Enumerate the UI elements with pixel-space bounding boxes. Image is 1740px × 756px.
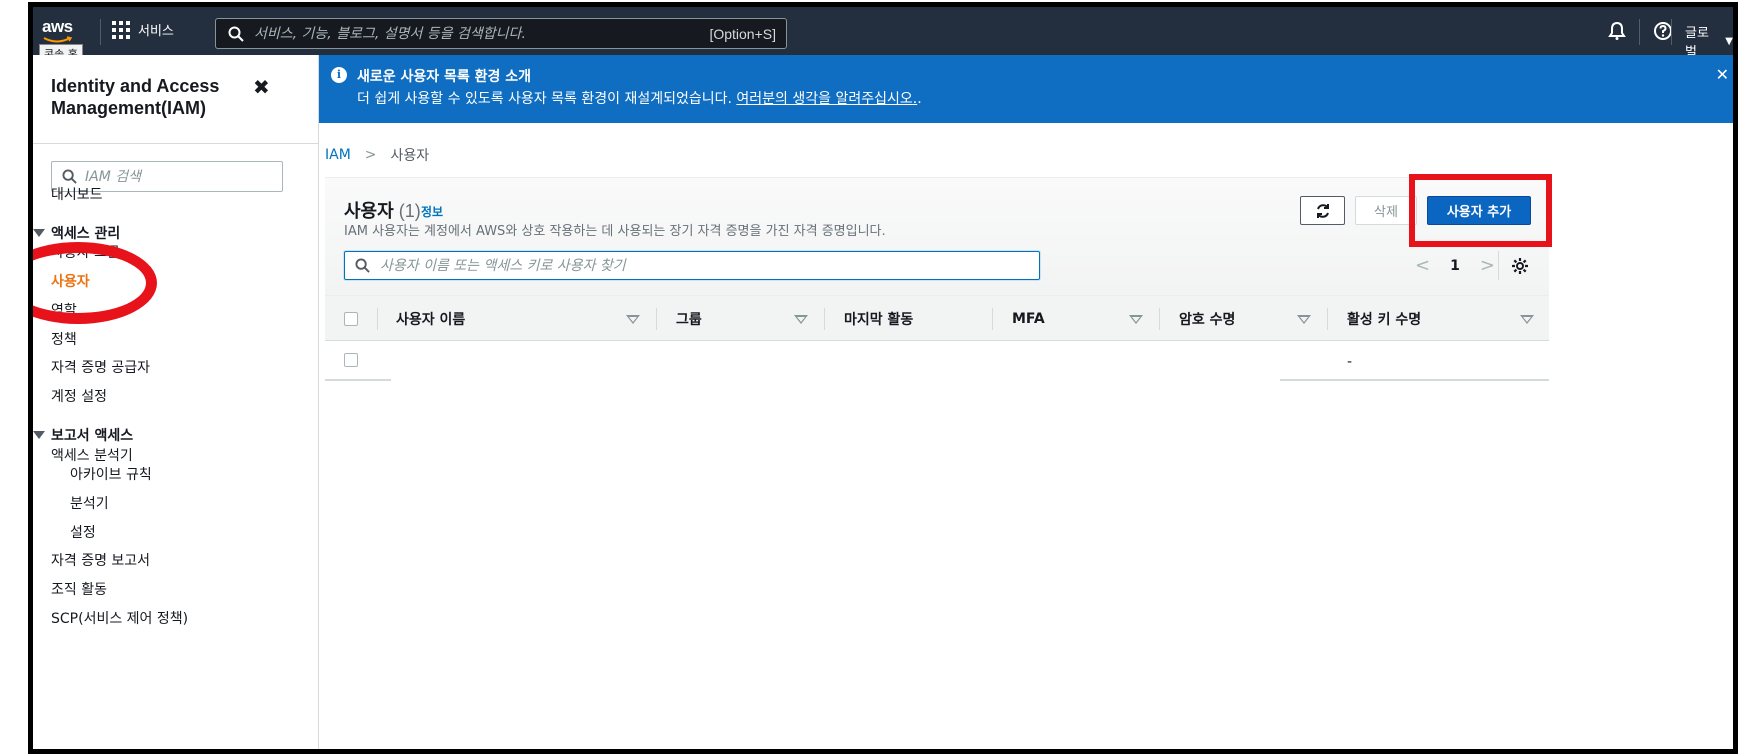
column-header-active-key-age[interactable]: 활성 키 수명 [1347, 296, 1421, 342]
section-label: 보고서 액세스 [51, 428, 134, 444]
sidebar-title-line: Management(IAM) [51, 98, 207, 118]
sort-icon[interactable] [794, 315, 808, 324]
select-all-checkbox[interactable] [344, 312, 358, 326]
sidebar-title[interactable]: Identity and Access Management(IAM) [51, 75, 219, 119]
nav-divider [100, 19, 101, 45]
info-link[interactable]: 정보 [421, 203, 443, 220]
sidebar-item-policies[interactable]: 정책 [51, 329, 77, 349]
search-icon [228, 26, 244, 42]
search-icon [355, 258, 370, 273]
chevron-left-icon[interactable]: < [1415, 255, 1430, 276]
breadcrumb-iam[interactable]: IAM [325, 147, 351, 163]
panel-description: IAM 사용자는 계정에서 AWS와 상호 작용하는 데 사용되는 장기 자격 … [344, 224, 886, 239]
sidebar-item-identity-providers[interactable]: 자격 증명 공급자 [51, 357, 150, 377]
caret-down-icon [33, 431, 45, 439]
sidebar-item-access-analyzer[interactable]: 액세스 분석기 [51, 445, 133, 465]
bell-icon[interactable] [1607, 21, 1627, 41]
table-header: 사용자 이름 그룹 마지막 활동 MFA 암호 수명 활성 키 수명 [325, 295, 1549, 341]
sidebar-item-analyzer-settings[interactable]: 설정 [70, 522, 96, 542]
top-navigation: aws 콘솔 홈 서비스 [Option+S] [33, 7, 1733, 64]
cell-active-key-age: - [1347, 354, 1353, 370]
column-header-password-age[interactable]: 암호 수명 [1179, 296, 1235, 342]
sidebar-item-account-settings[interactable]: 계정 설정 [51, 386, 107, 406]
column-divider [824, 308, 825, 330]
sidebar-item-organization-activity[interactable]: 조직 활동 [51, 579, 107, 599]
column-divider [1327, 308, 1328, 330]
close-icon[interactable]: ✖ [253, 75, 270, 99]
users-panel: 사용자 (1) 정보 IAM 사용자는 계정에서 AWS와 상호 작용하는 데 … [325, 174, 1552, 381]
feedback-link[interactable]: 여러분의 생각을 알려주십시오. [736, 91, 917, 107]
user-filter-input[interactable] [380, 257, 1020, 274]
sidebar-item-users[interactable]: 사용자 [51, 271, 90, 291]
column-divider [992, 308, 993, 330]
sort-icon[interactable] [626, 315, 640, 324]
column-header-last-activity[interactable]: 마지막 활동 [844, 296, 913, 342]
column-header-groups[interactable]: 그룹 [676, 296, 702, 342]
grid-icon [112, 20, 130, 39]
section-access-reports[interactable]: 보고서 액세스 [33, 425, 133, 445]
delete-button[interactable]: 삭제 [1355, 196, 1417, 225]
scrollbar-track [325, 379, 391, 381]
sidebar-item-credential-report[interactable]: 자격 증명 보고서 [51, 550, 150, 570]
help-icon[interactable] [1653, 21, 1673, 41]
user-count: (1) [398, 201, 421, 221]
sidebar-item-dashboard[interactable]: 대시보드 [51, 184, 103, 204]
sidebar-item-scp[interactable]: SCP(서비스 제어 정책) [51, 608, 188, 628]
refresh-icon [1316, 203, 1329, 218]
iam-search-input[interactable] [85, 168, 265, 185]
sidebar-item-archive-rules[interactable]: 아카이브 규칙 [70, 464, 152, 484]
nav-divider [1671, 19, 1672, 45]
scrollbar-track [1280, 379, 1549, 381]
panel-title-text: 사용자 [344, 201, 394, 221]
info-icon: i [331, 67, 347, 83]
close-icon[interactable]: ✕ [1716, 65, 1729, 84]
sidebar-item-user-groups[interactable]: 사용자 그룹 [51, 242, 120, 262]
banner-text: 더 쉽게 사용할 수 있도록 사용자 목록 환경이 재설계되었습니다. 여러분의… [357, 88, 922, 108]
chevron-right-icon: > [364, 147, 377, 163]
divider [1498, 251, 1499, 280]
column-divider [1159, 308, 1160, 330]
banner-suffix: . [917, 91, 922, 107]
breadcrumb-current: 사용자 [390, 148, 430, 164]
logo-smile-icon [43, 36, 73, 43]
sidebar-title-line: Identity and Access [51, 76, 220, 96]
search-icon [62, 169, 77, 184]
aws-logo[interactable]: aws 콘솔 홈 [39, 17, 89, 64]
services-menu[interactable]: 서비스 [112, 20, 174, 39]
sort-icon[interactable] [1297, 315, 1311, 324]
chevron-right-icon[interactable]: > [1480, 255, 1495, 276]
banner-message: 더 쉽게 사용할 수 있도록 사용자 목록 환경이 재설계되었습니다. [357, 91, 737, 107]
column-divider [377, 308, 378, 330]
search-shortcut: [Option+S] [709, 25, 776, 42]
services-label: 서비스 [138, 24, 174, 39]
divider [33, 143, 318, 144]
breadcrumb: IAM > 사용자 [325, 145, 429, 165]
column-divider [656, 308, 657, 330]
sort-icon[interactable] [1520, 315, 1534, 324]
global-search[interactable]: [Option+S] [215, 18, 787, 49]
caret-down-icon [33, 229, 45, 237]
section-access-management[interactable]: 액세스 관리 [33, 223, 120, 243]
row-checkbox[interactable] [344, 353, 358, 367]
section-label: 액세스 관리 [51, 226, 121, 242]
pagination: < 1 > [1415, 255, 1495, 276]
screenshot-frame: aws 콘솔 홈 서비스 [Option+S] [28, 2, 1738, 754]
page-number[interactable]: 1 [1450, 258, 1460, 274]
sidebar-item-roles[interactable]: 역할 [51, 300, 77, 320]
sidebar: Identity and Access Management(IAM) ✖ 대시… [33, 55, 319, 749]
user-filter[interactable] [344, 251, 1040, 280]
info-banner: i 새로운 사용자 목록 환경 소개 더 쉽게 사용할 수 있도록 사용자 목록… [319, 55, 1733, 123]
logo-text: aws [42, 17, 73, 36]
global-search-input[interactable] [254, 25, 710, 42]
column-header-username[interactable]: 사용자 이름 [396, 296, 465, 342]
nav-divider [1639, 19, 1640, 45]
sort-icon[interactable] [1129, 315, 1143, 324]
sidebar-item-analyzers[interactable]: 분석기 [70, 493, 109, 513]
column-header-mfa[interactable]: MFA [1012, 296, 1045, 342]
add-user-button[interactable]: 사용자 추가 [1427, 196, 1531, 225]
banner-title: 새로운 사용자 목록 환경 소개 [357, 69, 532, 85]
caret-down-icon: ▼ [1725, 35, 1733, 47]
refresh-button[interactable] [1300, 196, 1345, 225]
settings-icon[interactable] [1511, 257, 1529, 275]
